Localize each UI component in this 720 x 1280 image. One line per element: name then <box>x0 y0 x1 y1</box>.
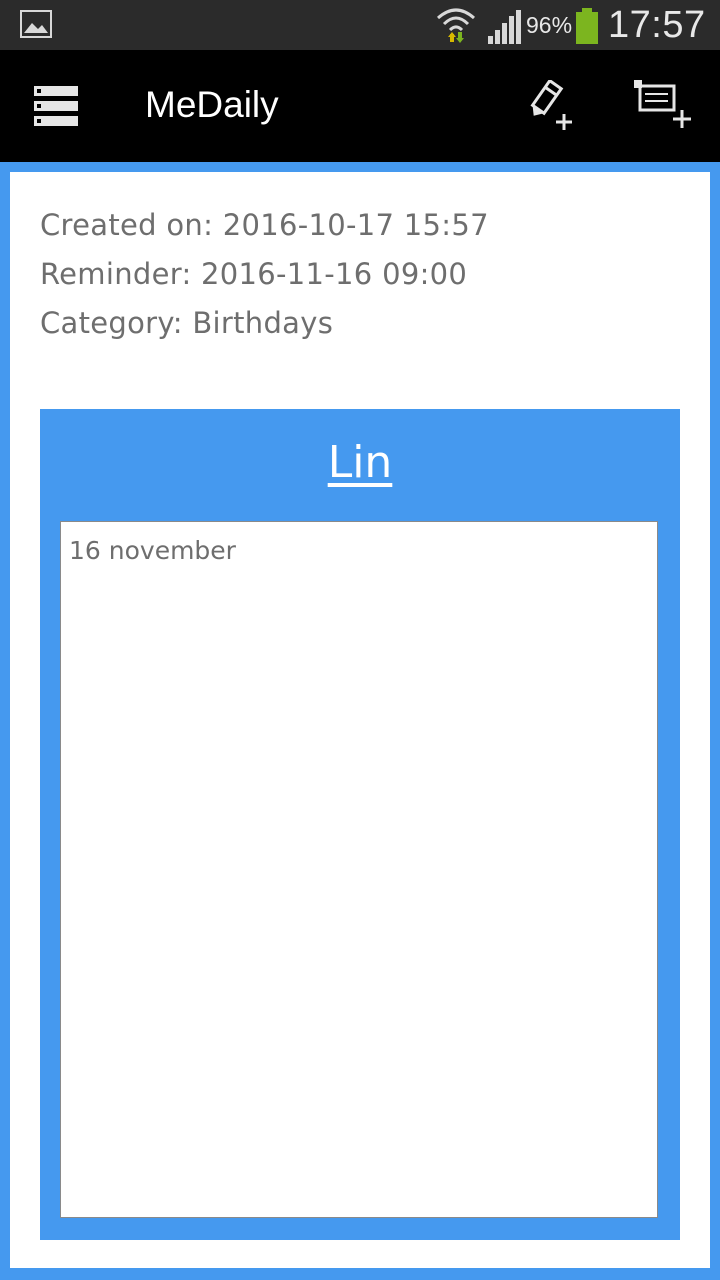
note-body-text: 16 november <box>69 536 236 565</box>
created-on-text: Created on: 2016-10-17 15:57 <box>40 208 489 242</box>
status-bar: 96% 17:57 <box>0 0 720 50</box>
signal-icon <box>488 10 521 44</box>
note-panel: Lin 16 november <box>40 409 680 1240</box>
action-bar: MeDaily <box>0 50 720 162</box>
battery-icon <box>576 8 598 44</box>
menu-icon[interactable] <box>34 86 78 126</box>
new-category-icon[interactable] <box>634 80 696 132</box>
reminder-text: Reminder: 2016-11-16 09:00 <box>40 257 468 291</box>
new-note-icon[interactable] <box>526 80 578 132</box>
clock: 17:57 <box>608 4 706 46</box>
gallery-icon <box>20 10 52 38</box>
category-text: Category: Birthdays <box>40 306 334 340</box>
app-title: MeDaily <box>145 84 279 125</box>
note-title[interactable]: Lin <box>40 437 680 488</box>
wifi-icon <box>437 8 475 43</box>
note-body[interactable]: 16 november <box>60 521 658 1218</box>
battery-percent: 96% <box>526 12 573 38</box>
note-detail-card: Created on: 2016-10-17 15:57 Reminder: 2… <box>10 172 710 1268</box>
